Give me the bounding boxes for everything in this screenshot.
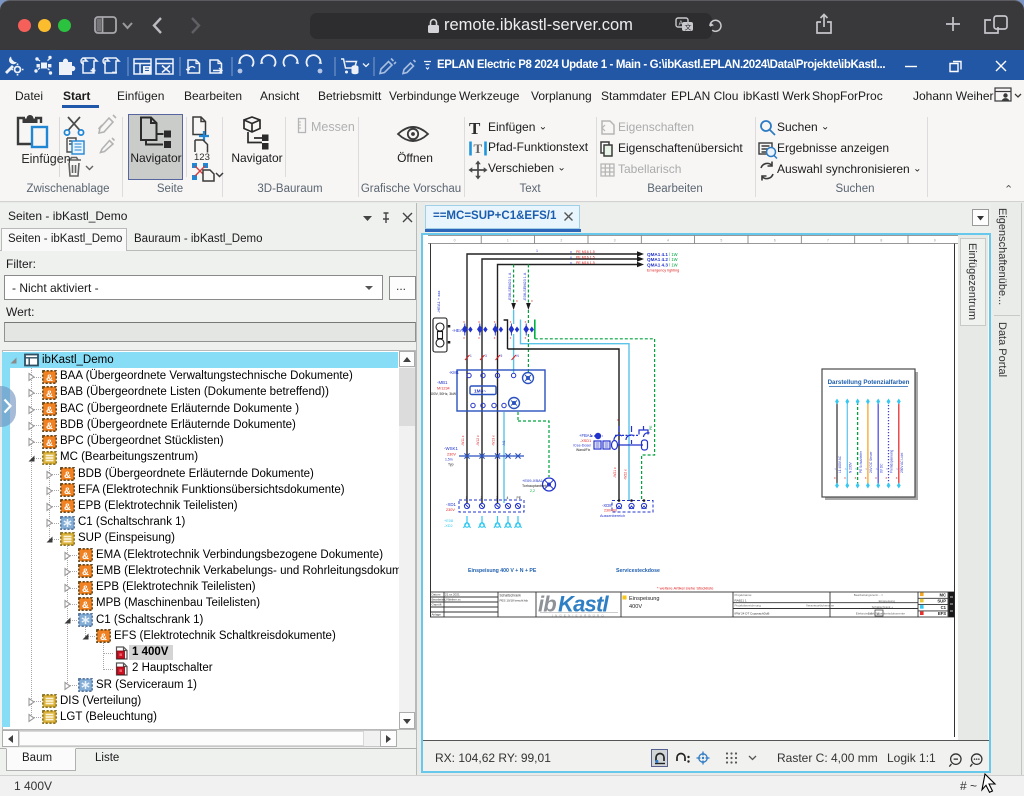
svg-text:T: T xyxy=(474,141,483,156)
svg-text:PES 10/18 beschl.ktk: PES 10/18 beschl.ktk xyxy=(500,599,529,603)
svg-text:&: & xyxy=(64,486,71,497)
svg-text:T: T xyxy=(469,119,481,138)
svg-text:230V AC Licht: 230V AC Licht xyxy=(900,453,904,473)
svg-text:EFS: EFS xyxy=(938,611,946,616)
svg-text:&: & xyxy=(100,632,107,643)
svg-text:>: > xyxy=(886,467,888,471)
svg-text:L1 400V AC: L1 400V AC xyxy=(838,455,842,473)
svg-text:Fremdspannung: Fremdspannung xyxy=(890,450,894,473)
svg-text:&: & xyxy=(64,502,71,513)
svg-text:J.Weiher xx: J.Weiher xx xyxy=(445,598,461,602)
svg-text:Einspeisung: Einspeisung xyxy=(629,596,659,602)
svg-text:Anlage: Anlage xyxy=(432,613,442,617)
svg-text:RAB21 1: RAB21 1 xyxy=(735,599,747,603)
svg-text:24V DC Steuer: 24V DC Steuer xyxy=(869,451,873,473)
svg-text:Projektname:: Projektname: xyxy=(735,593,753,597)
svg-text:Bearbeitungszentr... =: Bearbeitungszentr... = xyxy=(854,593,884,597)
svg-text:&: & xyxy=(46,421,53,432)
svg-text:Elektrotechnik Schaltkreisdoku: Elektrotechnik Schaltkreisdokumente xyxy=(856,611,906,615)
svg-text:文: 文 xyxy=(685,23,692,32)
svg-text:C1: C1 xyxy=(941,605,947,610)
svg-text:123: 123 xyxy=(194,152,210,163)
svg-text:&: & xyxy=(46,373,53,384)
svg-text:Projektbezeichnung: Projektbezeichnung xyxy=(735,604,762,608)
svg-text:&: & xyxy=(82,551,89,562)
svg-text:>: > xyxy=(865,467,867,471)
svg-text:Schaltschrank: Schaltschrank xyxy=(500,594,522,598)
svg-text:MC: MC xyxy=(939,592,946,597)
svg-text:>: > xyxy=(876,467,878,471)
svg-text:&: & xyxy=(82,567,89,578)
svg-text:>: > xyxy=(835,467,837,471)
svg-text:&: & xyxy=(82,584,89,595)
svg-text:>: > xyxy=(855,467,857,471)
svg-text:&: & xyxy=(46,438,53,449)
svg-text:Bearbeiter: Bearbeiter xyxy=(432,598,446,602)
svg-text:PE Schutzleiter: PE Schutzleiter xyxy=(859,450,863,473)
svg-text:&: & xyxy=(64,470,71,481)
svg-text:21.xx.2021: 21.xx.2021 xyxy=(445,593,460,597)
svg-text:&: & xyxy=(46,405,53,416)
svg-text:&: & xyxy=(82,600,89,611)
svg-text:Datum: Datum xyxy=(432,593,441,597)
svg-text:Darstellung Potenzialfarben: Darstellung Potenzialfarben xyxy=(828,379,910,386)
svg-text:0V DC: 0V DC xyxy=(879,463,883,473)
svg-text:Einspeisung: Einspeisung xyxy=(879,599,896,603)
svg-text:N 230V: N 230V xyxy=(849,461,853,473)
svg-text:Verantwortlichename: Verantwortlichename xyxy=(806,604,834,608)
svg-text:400V: 400V xyxy=(629,604,642,610)
svg-text:>: > xyxy=(845,467,847,471)
svg-text:Schaltschrank +: Schaltschrank + xyxy=(872,605,894,609)
svg-text:>: > xyxy=(896,467,898,471)
svg-text:Geprüft: Geprüft xyxy=(432,603,442,607)
svg-text:SUP: SUP xyxy=(937,599,946,604)
svg-text:INGENIEURBÜRO: INGENIEURBÜRO xyxy=(552,614,606,618)
svg-text:&: & xyxy=(46,389,53,400)
svg-text:IRW 24 DT CuppsachDoB: IRW 24 DT CuppsachDoB xyxy=(735,612,770,616)
